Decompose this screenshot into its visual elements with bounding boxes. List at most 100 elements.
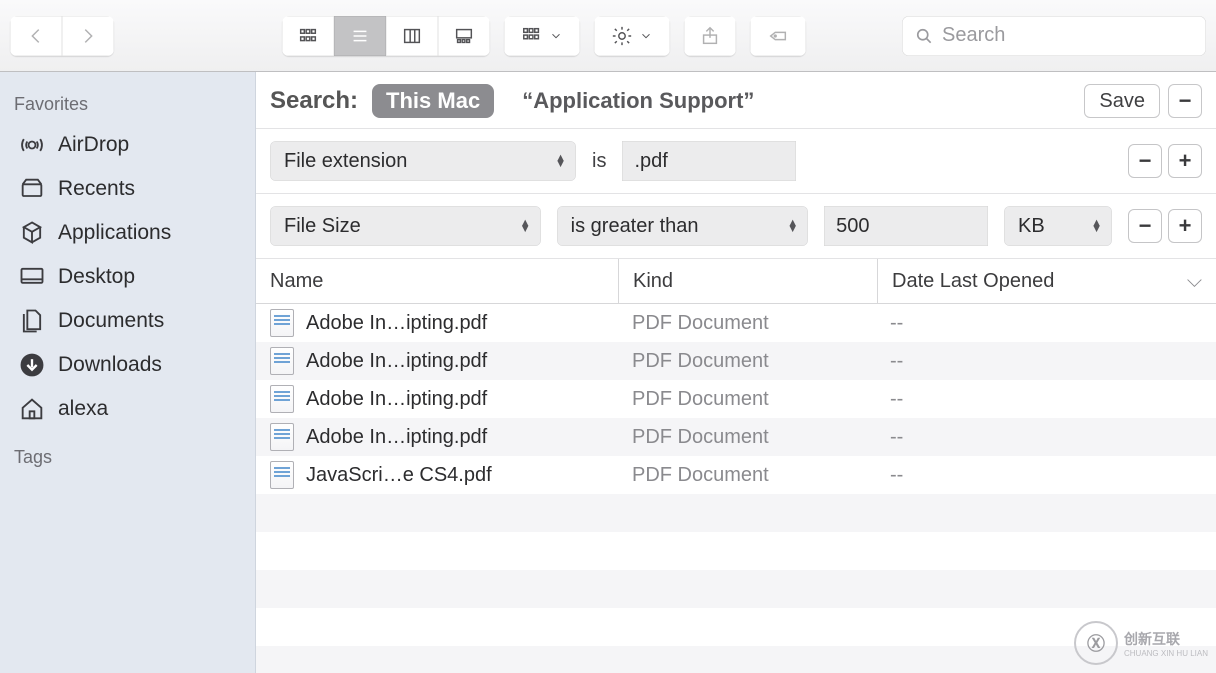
criteria-attribute-select[interactable]: File extension ▲▼: [270, 141, 576, 181]
home-icon: [18, 395, 46, 423]
action-button[interactable]: [594, 16, 670, 56]
file-kind: PDF Document: [618, 464, 876, 487]
airdrop-icon: [18, 131, 46, 159]
file-kind: PDF Document: [618, 426, 876, 449]
sidebar-item-label: Desktop: [58, 265, 237, 289]
collapse-criteria-button[interactable]: −: [1168, 84, 1202, 118]
sidebar-item-label: Recents: [58, 177, 237, 201]
arrange-button[interactable]: [504, 16, 580, 56]
table-row[interactable]: JavaScri…e CS4.pdf PDF Document--: [256, 456, 1216, 494]
sidebar-item-recents[interactable]: Recents: [10, 167, 245, 211]
share-button[interactable]: [684, 16, 736, 56]
applications-icon: [18, 219, 46, 247]
tags-button-group: [750, 16, 806, 56]
criteria-value-input[interactable]: 500: [824, 206, 988, 246]
empty-row: [256, 532, 1216, 570]
search-label: Search:: [270, 87, 358, 115]
add-criteria-button[interactable]: +: [1168, 209, 1202, 243]
select-value: File extension: [284, 150, 407, 173]
file-name: Adobe In…ipting.pdf: [306, 312, 487, 335]
criteria-value-input[interactable]: .pdf: [622, 141, 796, 181]
main-area: Search: This Mac “Application Support” S…: [256, 72, 1216, 673]
criteria-unit-select[interactable]: KB ▲▼: [1004, 206, 1112, 246]
list-view-button[interactable]: [334, 16, 386, 56]
gallery-view-button[interactable]: [438, 16, 490, 56]
remove-criteria-button[interactable]: −: [1128, 144, 1162, 178]
add-criteria-button[interactable]: +: [1168, 144, 1202, 178]
file-name: Adobe In…ipting.pdf: [306, 426, 487, 449]
chevron-down-icon: [549, 29, 563, 43]
icon-view-button[interactable]: [282, 16, 334, 56]
select-value: File Size: [284, 215, 361, 238]
file-kind: PDF Document: [618, 350, 876, 373]
search-field[interactable]: Search: [902, 16, 1206, 56]
file-name: JavaScri…e CS4.pdf: [306, 464, 492, 487]
criteria-operator-text: is: [592, 150, 606, 173]
file-date: --: [876, 388, 1216, 411]
scope-this-mac[interactable]: This Mac: [372, 84, 494, 118]
gear-icon: [611, 25, 633, 47]
select-value: KB: [1018, 215, 1045, 238]
criteria-row: File extension ▲▼ is .pdf − +: [256, 129, 1216, 194]
file-kind: PDF Document: [618, 388, 876, 411]
scope-folder[interactable]: “Application Support”: [508, 84, 768, 118]
table-row[interactable]: Adobe In…ipting.pdfPDF Document--: [256, 342, 1216, 380]
columns-icon: [401, 25, 423, 47]
back-button[interactable]: [10, 16, 62, 56]
search-icon: [914, 26, 934, 46]
sidebar-section-favorites: Favorites: [14, 94, 241, 115]
sidebar-section-tags: Tags: [14, 447, 241, 468]
sidebar-item-downloads[interactable]: Downloads: [10, 343, 245, 387]
file-icon: [270, 385, 294, 413]
updown-icon: ▲▼: [555, 155, 566, 167]
save-search-button[interactable]: Save: [1084, 84, 1160, 118]
file-date: --: [876, 426, 1216, 449]
column-header-label: Date Last Opened: [892, 270, 1054, 293]
search-placeholder: Search: [942, 24, 1005, 47]
results-table-body: Adobe In…ipting.pdfPDF Document--Adobe I…: [256, 304, 1216, 673]
recents-icon: [18, 175, 46, 203]
desktop-icon: [18, 263, 46, 291]
sidebar-item-desktop[interactable]: Desktop: [10, 255, 245, 299]
edit-tags-button[interactable]: [750, 16, 806, 56]
forward-button[interactable]: [62, 16, 114, 56]
remove-criteria-button[interactable]: −: [1128, 209, 1162, 243]
action-button-group: [594, 16, 670, 56]
sidebar-item-documents[interactable]: Documents: [10, 299, 245, 343]
sidebar-item-home[interactable]: alexa: [10, 387, 245, 431]
updown-icon: ▲▼: [1091, 220, 1102, 232]
file-date: --: [876, 464, 1216, 487]
sidebar-item-label: Documents: [58, 309, 237, 333]
file-icon: [270, 423, 294, 451]
criteria-operator-select[interactable]: is greater than ▲▼: [557, 206, 808, 246]
file-icon: [270, 347, 294, 375]
table-row[interactable]: Adobe In…ipting.pdfPDF Document--: [256, 304, 1216, 342]
toolbar: Search: [0, 0, 1216, 72]
empty-row: [256, 570, 1216, 608]
list-icon: [349, 25, 371, 47]
table-row[interactable]: Adobe In…ipting.pdf PDF Document--: [256, 418, 1216, 456]
column-view-button[interactable]: [386, 16, 438, 56]
table-row[interactable]: Adobe In…ipting.pdfPDF Document--: [256, 380, 1216, 418]
sidebar-item-airdrop[interactable]: AirDrop: [10, 123, 245, 167]
file-kind: PDF Document: [618, 312, 876, 335]
sidebar-item-label: AirDrop: [58, 133, 237, 157]
sidebar: Favorites AirDrop Recents Applications D…: [0, 72, 256, 673]
empty-row: [256, 608, 1216, 646]
nav-buttons: [10, 16, 114, 56]
share-button-group: [684, 16, 736, 56]
column-header-name[interactable]: Name: [256, 259, 619, 303]
sidebar-item-label: Applications: [58, 221, 237, 245]
sidebar-item-applications[interactable]: Applications: [10, 211, 245, 255]
file-icon: [270, 309, 294, 337]
updown-icon: ▲▼: [520, 220, 531, 232]
criteria-attribute-select[interactable]: File Size ▲▼: [270, 206, 541, 246]
view-mode-buttons: [282, 16, 490, 56]
sidebar-item-label: alexa: [58, 397, 237, 421]
arrange-icon: [521, 25, 543, 47]
sort-indicator-icon: ⌵: [1187, 270, 1202, 293]
file-date: --: [876, 350, 1216, 373]
column-header-date[interactable]: Date Last Opened ⌵: [878, 259, 1216, 303]
select-value: is greater than: [571, 215, 699, 238]
column-header-kind[interactable]: Kind: [619, 259, 878, 303]
